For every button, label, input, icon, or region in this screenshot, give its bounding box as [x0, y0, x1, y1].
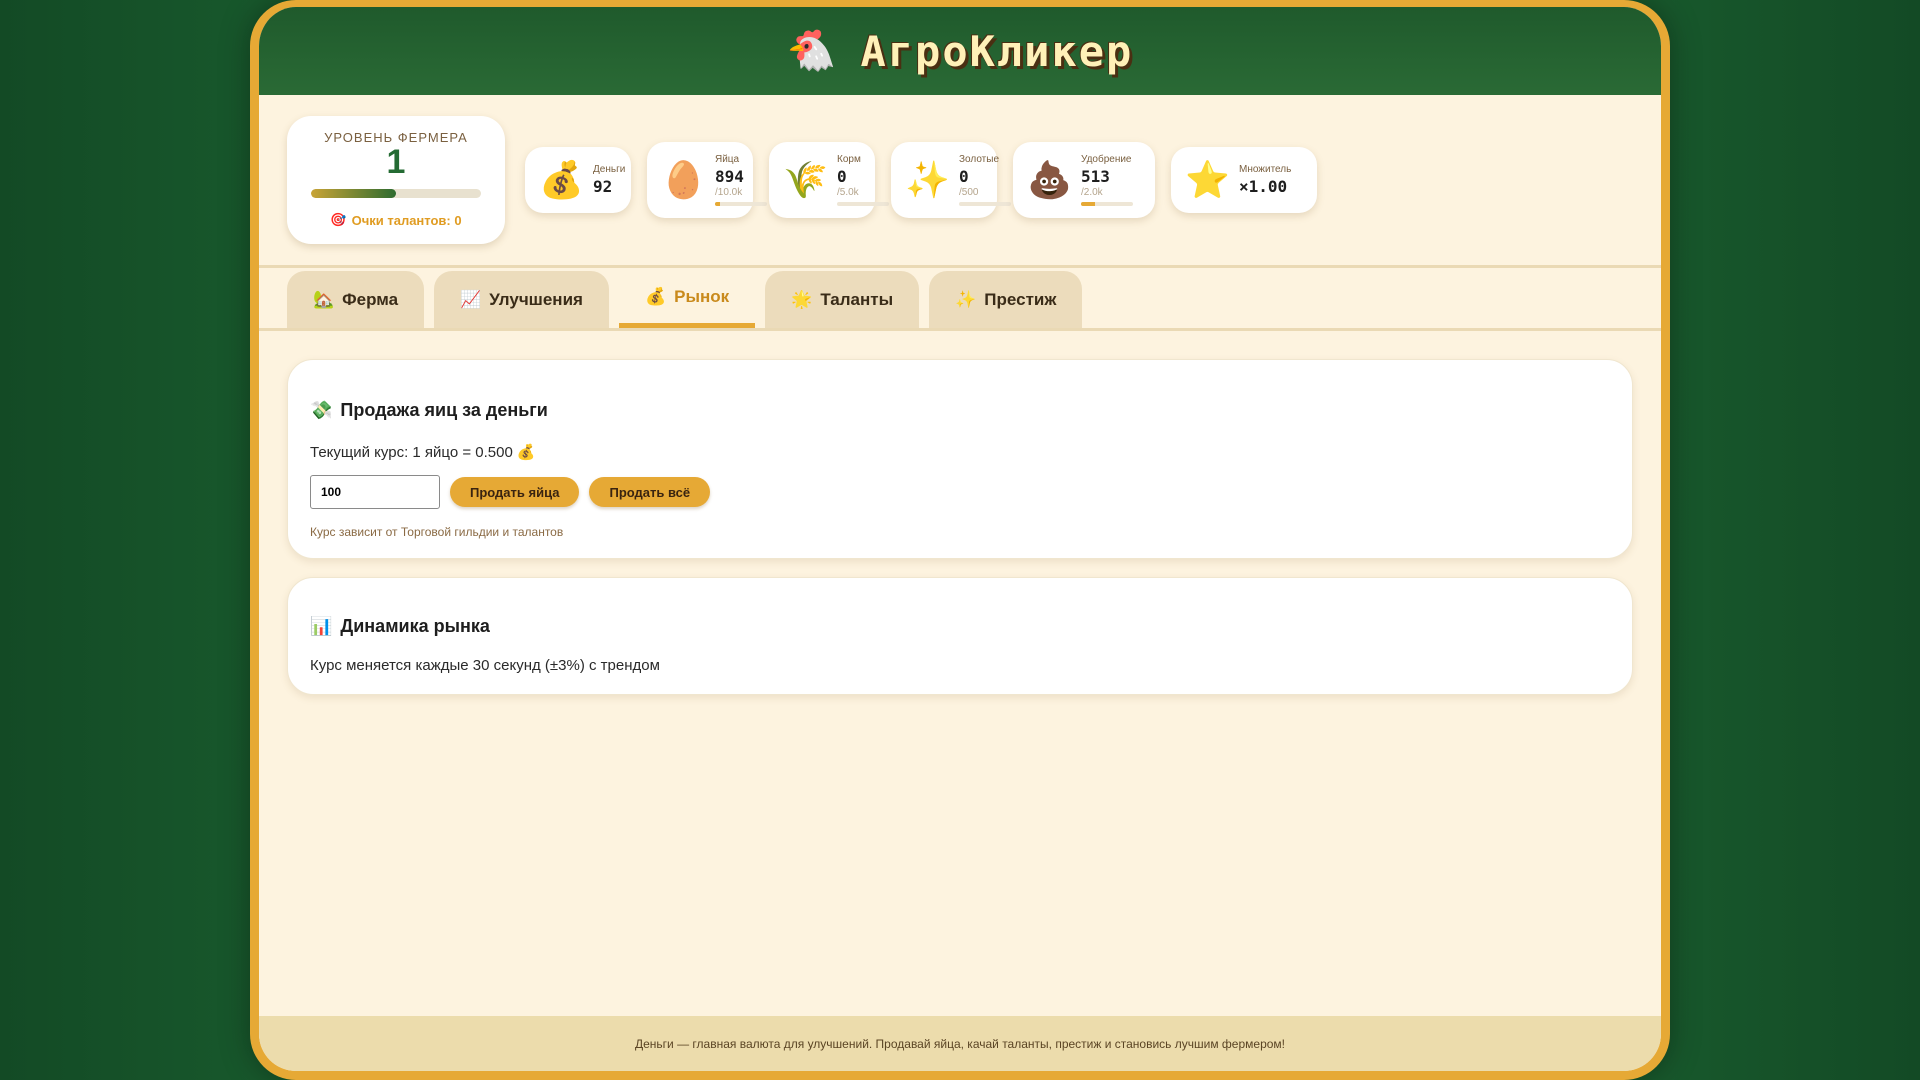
stat-value: 0	[959, 167, 969, 186]
stat-progress-bar	[959, 202, 1011, 206]
egg-quantity-input[interactable]	[310, 475, 440, 509]
tab-bar: 🏡 Ферма 📈 Улучшения 💰 Рынок 🌟 Таланты ✨ …	[259, 268, 1661, 331]
exchange-rate: Текущий курс: 1 яйцо = 0.500 💰	[310, 443, 1610, 462]
talent-points: 🎯 Очки талантов: 0	[330, 212, 461, 228]
stat-value: ×1.00	[1239, 177, 1288, 196]
stat-value: 513	[1081, 167, 1110, 186]
stat-value: 0	[837, 167, 847, 186]
tab-label: Ферма	[342, 289, 399, 309]
egg-icon: 🥚	[661, 159, 706, 200]
stat-multiplier: ⭐ Множитель ×1.00	[1171, 147, 1317, 213]
stat-name: Золотые	[959, 154, 999, 165]
stats-bar: УРОВЕНЬ ФЕРМЕРА 1 🎯 Очки талантов: 0 💰 Д…	[259, 95, 1661, 268]
stat-feed: 🌾 Корм 0 /5.0k	[769, 142, 889, 218]
tab-label: Таланты	[820, 289, 894, 309]
rate-text: Текущий курс: 1 яйцо = 0.500	[310, 443, 513, 461]
poop-icon: 💩	[1027, 159, 1072, 200]
money-wings-icon: 💸	[310, 400, 333, 420]
money-bag-icon: 💰	[539, 159, 584, 200]
house-icon: 🏡	[313, 289, 335, 309]
stat-money: 💰 Деньги 92	[525, 147, 631, 213]
sell-eggs-button[interactable]: Продать яйца	[450, 477, 580, 507]
tab-label: Престиж	[984, 289, 1057, 309]
stat-max: /2.0k	[1081, 187, 1103, 198]
stat-fertilizer: 💩 Удобрение 513 /2.0k	[1013, 142, 1155, 218]
stat-progress-bar	[1081, 202, 1133, 206]
star-icon: ⭐	[1185, 159, 1230, 200]
level-progress-bar	[311, 189, 481, 198]
chart-up-icon: 📈	[460, 289, 482, 309]
tab-market[interactable]: 💰 Рынок	[618, 271, 756, 328]
footer: Деньги — главная валюта для улучшений. П…	[259, 1016, 1661, 1071]
stat-value: 92	[593, 177, 613, 196]
tab-upgrades[interactable]: 📈 Улучшения	[434, 271, 609, 328]
stat-name: Яйца	[715, 154, 740, 165]
stat-max: /5.0k	[837, 187, 859, 198]
sparkles-icon: ✨	[955, 289, 977, 309]
dynamics-title: 📊 Динамика рынка	[310, 616, 1610, 637]
sell-title-text: Продажа яиц за деньги	[340, 400, 548, 420]
market-dynamics-panel: 📊 Динамика рынка Курс меняется каждые 30…	[287, 577, 1633, 695]
stat-progress-bar	[715, 202, 767, 206]
stat-eggs: 🥚 Яйца 894 /10.0k	[647, 142, 767, 218]
tab-farm[interactable]: 🏡 Ферма	[287, 271, 425, 328]
app-window: 🐔 АгроКликер УРОВЕНЬ ФЕРМЕРА 1 🎯 Очки та…	[250, 0, 1670, 1080]
tab-label: Улучшения	[489, 289, 583, 309]
chicken-icon: 🐔	[786, 29, 837, 73]
stat-progress-fill	[1081, 202, 1095, 206]
target-icon: 🎯	[330, 212, 347, 227]
dynamics-text: Курс меняется каждые 30 секунд (±3%) с т…	[310, 657, 660, 674]
wheat-icon: 🌾	[783, 159, 828, 200]
stat-name: Корм	[837, 154, 861, 165]
tab-prestige[interactable]: ✨ Престиж	[929, 271, 1083, 328]
star-burst-icon: 🌟	[791, 289, 813, 309]
talent-points-label: Очки талантов: 0	[351, 212, 462, 228]
stat-gold: ✨ Золотые 0 /500	[891, 142, 1011, 218]
money-bag-icon: 💰	[516, 444, 536, 461]
dynamics-title-text: Динамика рынка	[340, 616, 490, 636]
footer-text: Деньги — главная валюта для улучшений. П…	[634, 1036, 1286, 1051]
stat-value: 894	[715, 167, 744, 186]
market-content: 💸 Продажа яиц за деньги Текущий курс: 1 …	[259, 331, 1661, 695]
stat-name: Деньги	[593, 164, 626, 175]
level-progress-fill	[311, 189, 396, 198]
sell-panel-title: 💸 Продажа яиц за деньги	[310, 400, 1610, 421]
stat-name: Множитель	[1239, 164, 1292, 175]
sparkles-icon: ✨	[905, 159, 950, 200]
stat-progress-bar	[837, 202, 889, 206]
stat-name: Удобрение	[1081, 154, 1132, 165]
stat-max: /10.0k	[715, 187, 743, 198]
level-value: 1	[386, 143, 406, 181]
tab-talents[interactable]: 🌟 Таланты	[765, 271, 920, 328]
bar-chart-icon: 📊	[310, 616, 333, 636]
stat-progress-fill	[715, 202, 720, 206]
rate-hint: Курс зависит от Торговой гильдии и талан…	[310, 525, 564, 539]
stat-max: /500	[959, 187, 979, 198]
app-title: АгроКликер	[860, 26, 1134, 76]
farmer-level-card: УРОВЕНЬ ФЕРМЕРА 1 🎯 Очки талантов: 0	[287, 116, 505, 244]
tab-label: Рынок	[674, 287, 730, 306]
header: 🐔 АгроКликер	[259, 7, 1661, 95]
sell-controls: Продать яйца Продать всё	[310, 475, 1610, 509]
sell-all-button[interactable]: Продать всё	[589, 477, 711, 507]
money-bag-icon: 💰	[644, 287, 667, 306]
sell-eggs-panel: 💸 Продажа яиц за деньги Текущий курс: 1 …	[287, 359, 1633, 559]
